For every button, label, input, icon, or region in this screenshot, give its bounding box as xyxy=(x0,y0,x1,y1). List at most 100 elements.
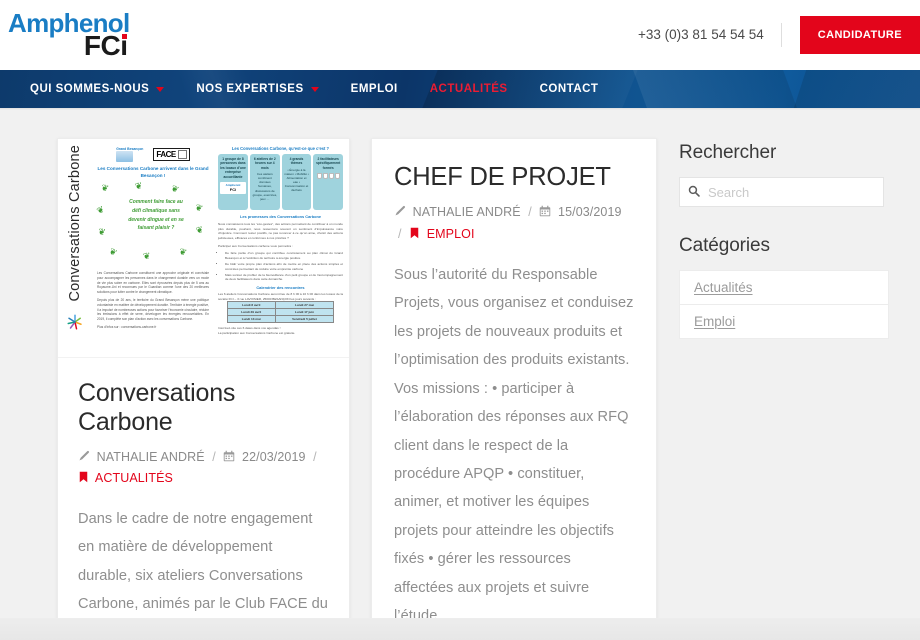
calendar-free-note: La participation aux Conversations Carbo… xyxy=(218,330,296,335)
nav-item-qui-sommes-nous[interactable]: QUI SOMMES-NOUS xyxy=(14,83,180,95)
poster-paragraph-2: Depuis plus de 20 ans, le territoire du … xyxy=(97,298,209,322)
face-logo: FACE xyxy=(153,148,190,162)
footprint-icon: ❦ xyxy=(99,182,110,194)
footprint-icon: ❦ xyxy=(107,245,119,259)
table-cell: Lundi 29 avril xyxy=(226,308,276,317)
flower-icon xyxy=(67,314,82,330)
info-box-head: 1 groupe de 8 personnes dans les locaux … xyxy=(220,157,246,179)
footprint-icon: ❦ xyxy=(194,224,205,236)
categories-list: Actualités Emploi xyxy=(679,270,889,339)
cup-icon xyxy=(322,173,328,180)
post-featured-image[interactable]: Conversations Carbone Grand Besançon FAC… xyxy=(58,139,349,358)
amphenol-mini-logo: Amphenol FCi xyxy=(220,182,246,194)
bookmark-icon xyxy=(79,471,88,482)
poster-column-right: Les Conversations Carbone, qu’est-ce que… xyxy=(218,144,345,336)
face-logo-text: FACE xyxy=(156,150,176,160)
content-area: Conversations Carbone Grand Besançon FAC… xyxy=(0,138,889,640)
calendar-title: Calendrier des rencontres xyxy=(256,285,305,291)
nav-item-contact[interactable]: CONTACT xyxy=(524,83,615,95)
footprint-icon: ❦ xyxy=(193,202,205,215)
nav-item-emploi[interactable]: EMPLOI xyxy=(335,83,414,95)
promises-text: Nous connaissons tous les “éco-gestes”, … xyxy=(218,222,343,282)
search-input[interactable] xyxy=(679,177,884,207)
table-row: Lundi 13 mai Vendredi 5 juillet xyxy=(226,315,335,324)
calendar-icon xyxy=(540,206,551,217)
meta-separator: / xyxy=(313,449,317,464)
poster-note: Plus d’infos sur : conversations-carbone… xyxy=(97,325,157,329)
cup-icon xyxy=(328,173,334,180)
post-title[interactable]: CHEF DE PROJET xyxy=(394,163,634,192)
list-item[interactable]: Emploi xyxy=(680,305,888,339)
logo-accent-dot xyxy=(121,34,127,39)
search-icon xyxy=(688,185,700,197)
nav-label: CONTACT xyxy=(539,83,599,95)
calendar-table: Lundi 8 avril Lundi 27 mai Lundi 29 avri… xyxy=(226,301,335,324)
footprint-graphic: ❦ ❦ ❦ ❦ ❦ ❦ ❦ ❦ ❦ ❦ Comment faire face a… xyxy=(95,180,211,268)
post-card[interactable]: CHEF DE PROJET NATHALIE ANDRÉ / 15/03/20… xyxy=(371,138,657,640)
info-box: 1 groupe de 8 personnes dans les locaux … xyxy=(218,154,248,210)
poster-columns: Grand Besançon FACE Les Conversations Ca… xyxy=(92,144,345,336)
info-box-head: 6 ateliers de 2 heures sur 4 mois xyxy=(253,157,276,170)
table-cell: Lundi 8 avril xyxy=(226,301,276,310)
search-widget xyxy=(679,177,889,207)
info-box: 2 facilitateurs spécifiquement formés xyxy=(313,154,344,210)
phone-number[interactable]: +33 (0)3 81 54 54 54 xyxy=(638,23,782,47)
list-item[interactable]: Actualités xyxy=(680,271,888,305)
gb-logo-mark xyxy=(116,151,134,163)
post-body: Conversations Carbone NATHALIE ANDRÉ / 2… xyxy=(58,358,349,640)
post-date: 15/03/2019 xyxy=(558,205,622,220)
info-box-head: 2 facilitateurs spécifiquement formés xyxy=(316,157,341,170)
gb-logo-text: Grand Besançon xyxy=(116,147,144,151)
pencil-icon xyxy=(395,206,406,216)
pencil-icon xyxy=(79,450,90,460)
chevron-down-icon xyxy=(310,87,319,92)
calendar-icon xyxy=(224,450,235,461)
footprint-icon: ❦ xyxy=(134,180,144,192)
footprint-icon: ❦ xyxy=(95,203,107,217)
category-link-emploi[interactable]: Emploi xyxy=(680,305,888,338)
post-card[interactable]: Conversations Carbone Grand Besançon FAC… xyxy=(57,138,350,640)
poster-slogan: Comment faire face au défi climatique sa… xyxy=(128,199,184,232)
poster-spine: Conversations Carbone xyxy=(58,139,92,357)
logo-fci-wrap: FCi xyxy=(8,32,130,60)
poster-info-boxes: 1 groupe de 8 personnes dans les locaux … xyxy=(218,154,344,210)
info-box-head: 4 grands thèmes xyxy=(289,157,304,166)
table-cell: Lundi 17 juin xyxy=(274,308,335,317)
poster-headline: Les Conversations Carbone arrivent dans … xyxy=(97,166,209,179)
table-cell: Lundi 27 mai xyxy=(274,301,335,310)
header-right: +33 (0)3 81 54 54 54 CANDIDATURE xyxy=(638,0,920,70)
poster-right-title: Les Conversations Carbone, qu’est-ce que… xyxy=(231,146,330,151)
categories-heading: Catégories xyxy=(679,235,770,256)
categories-widget: Catégories Actualités Emploi xyxy=(679,235,889,339)
promises-list-item: De bâtir votre propre plan d’actions afi… xyxy=(225,262,343,271)
post-category[interactable]: EMPLOI xyxy=(427,227,475,241)
table-cell: Vendredi 5 juillet xyxy=(274,315,335,324)
poster-column-left: Grand Besançon FACE Les Conversations Ca… xyxy=(92,144,214,336)
post-meta: NATHALIE ANDRÉ / 22/03/2019 / ACTUALITÉS xyxy=(78,447,329,490)
poster-body-text: Les Conversations Carbone constituent un… xyxy=(95,271,211,330)
promises-paragraph-2: Participer aux Conversations carbone vou… xyxy=(218,243,293,248)
posts-column: Conversations Carbone Grand Besançon FAC… xyxy=(57,138,657,640)
nav-item-nos-expertises[interactable]: NOS EXPERTISES xyxy=(180,83,334,95)
post-category[interactable]: ACTUALITÉS xyxy=(95,471,173,485)
site-logo[interactable]: Amphenol FCi xyxy=(0,10,130,60)
nav-items: QUI SOMMES-NOUS NOS EXPERTISES EMPLOI AC… xyxy=(0,70,920,108)
meta-separator: / xyxy=(212,449,216,464)
post-body: CHEF DE PROJET NATHALIE ANDRÉ / 15/03/20… xyxy=(372,139,656,640)
candidature-button[interactable]: CANDIDATURE xyxy=(799,16,920,54)
promises-list-item: De faire partie d’un groupe qui contribu… xyxy=(225,251,343,260)
post-author: NATHALIE ANDRÉ xyxy=(412,205,521,220)
grand-besancon-logo: Grand Besançon xyxy=(116,147,144,163)
poster-logos: Grand Besançon FACE xyxy=(95,144,211,163)
promises-title: Les promesses des Conversations Carbone xyxy=(239,214,322,219)
footprint-icon: ❦ xyxy=(177,246,189,258)
nav-item-actualites[interactable]: ACTUALITÉS xyxy=(414,83,524,95)
post-author: NATHALIE ANDRÉ xyxy=(96,449,205,464)
promises-paragraph-1: Nous connaissons tous les “éco-gestes”, … xyxy=(218,222,343,240)
table-row: Lundi 8 avril Lundi 27 mai xyxy=(226,301,335,310)
meta-separator: / xyxy=(398,226,402,241)
info-box-body: Ces ateliers combinent données humaines,… xyxy=(252,172,278,201)
post-date: 22/03/2019 xyxy=(242,449,306,464)
post-title[interactable]: Conversations Carbone xyxy=(78,379,329,437)
category-link-actualites[interactable]: Actualités xyxy=(680,271,888,304)
